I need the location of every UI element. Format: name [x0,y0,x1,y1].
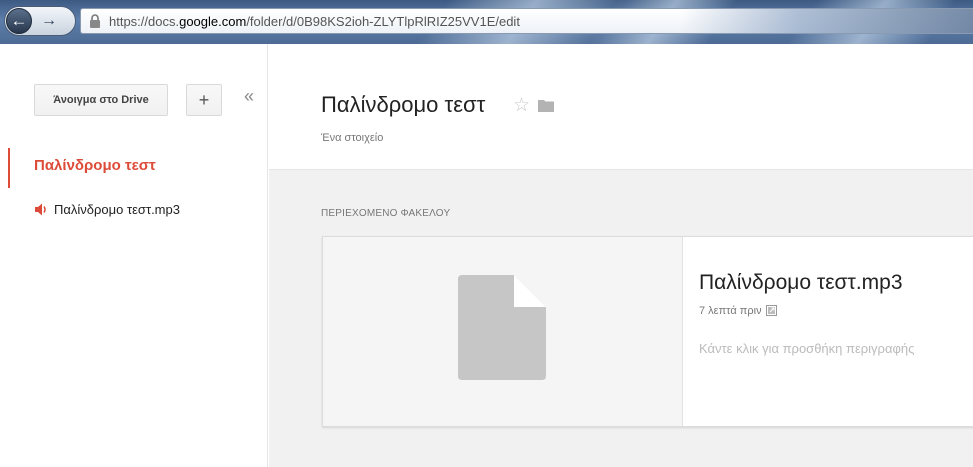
active-indicator [8,148,10,188]
address-bar-fade [681,9,973,33]
document-icon [458,275,546,380]
sidebar: Άνοιγμα στο Drive + « Παλίνδρομο τεστ Πα… [0,44,268,467]
address-bar[interactable]: https://docs.google.com/folder/d/0B98KS2… [80,8,973,34]
speaker-icon [35,203,46,216]
navigation-buttons: ← → [4,6,76,36]
external-link-icon[interactable] [765,305,777,316]
file-thumbnail[interactable] [323,237,683,426]
open-in-drive-button[interactable]: Άνοιγμα στο Drive [34,84,168,116]
item-count: Ένα στοιχείο [321,132,384,144]
file-card[interactable]: Παλίνδρομο τεστ.mp3 7 λεπτά πριν Κάντε κ… [322,236,973,427]
title-icons: ☆ [513,94,555,117]
back-button[interactable]: ← [6,8,32,34]
sidebar-item-mp3[interactable]: Παλίνδρομο τεστ.mp3 [34,202,180,217]
lock-icon [90,14,100,28]
file-modified-time: 7 λεπτά πριν [699,305,777,317]
browser-toolbar: ← → https://docs.google.com/folder/d/0B9… [0,0,973,44]
sidebar-item-label: Παλίνδρομο τεστ.mp3 [54,202,180,217]
forward-button[interactable]: → [38,10,60,32]
folder-contents: ΠΕΡΙΕΧΟΜΕΝΟ ΦΑΚΕΛΟΥ Παλίνδρομο τεστ.mp3 … [269,169,973,467]
folder-icon[interactable] [538,99,555,112]
page-title: Παλίνδρομο τεστ [321,92,486,117]
url-text: https://docs.google.com/folder/d/0B98KS2… [109,14,520,29]
sidebar-folder-title[interactable]: Παλίνδρομο τεστ [34,157,156,174]
section-label: ΠΕΡΙΕΧΟΜΕΝΟ ΦΑΚΕΛΟΥ [321,208,451,219]
star-icon[interactable]: ☆ [513,94,530,117]
add-button[interactable]: + [186,84,222,116]
main-panel: Παλίνδρομο τεστ ☆ Ένα στοιχείο ΠΕΡΙΕΧΟΜΕ… [269,44,973,467]
collapse-sidebar-icon[interactable]: « [244,86,254,107]
file-name[interactable]: Παλίνδρομο τεστ.mp3 [699,271,903,295]
description-field[interactable]: Κάντε κλικ για προσθήκη περιγραφής [699,341,914,356]
